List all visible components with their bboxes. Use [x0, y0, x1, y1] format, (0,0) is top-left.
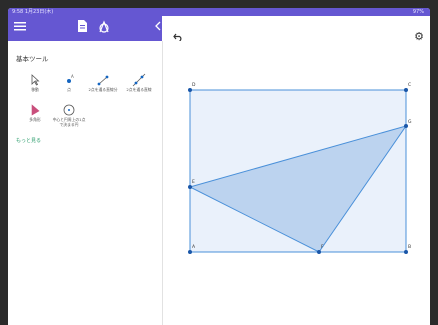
point-label-d: D — [192, 82, 196, 88]
more-tools-link[interactable]: もっと見る — [16, 137, 41, 144]
point-label-e: E — [192, 179, 195, 185]
point-icon: A — [67, 74, 74, 83]
sidebar-title: 基本ツール — [16, 55, 49, 63]
tool-sidebar: 基本ツール 移動 A 点 2点を通る直線分 2点を通る直線 多角形 中心と円周上… — [8, 41, 163, 325]
tool-polygon[interactable]: 多角形 — [18, 103, 52, 133]
point-label-c: C — [408, 82, 411, 88]
polygon-icon — [31, 104, 40, 116]
point-a[interactable] — [188, 250, 192, 254]
circle-icon — [63, 104, 75, 116]
tool-label: 2点を通る直線 — [126, 87, 152, 92]
tool-line[interactable]: 2点を通る直線 — [122, 73, 156, 103]
point-e[interactable] — [188, 185, 192, 189]
point-f[interactable] — [317, 250, 321, 254]
tool-label: 多角形 — [29, 117, 41, 122]
point-label-f: F — [321, 244, 324, 250]
point-c[interactable] — [404, 88, 408, 92]
point-d[interactable] — [188, 88, 192, 92]
status-bar: 9:58 1月23日(木) 97% — [8, 8, 430, 16]
line-icon — [132, 73, 146, 87]
menu-icon[interactable] — [12, 20, 28, 36]
battery-level: 97% — [412, 9, 424, 15]
tool-segment[interactable]: 2点を通る直線分 — [86, 73, 120, 103]
svg-text:A: A — [71, 74, 74, 79]
tool-label: 中心と円周上の1点で決まる円 — [52, 117, 86, 127]
tool-circle[interactable]: 中心と円周上の1点で決まる円 — [52, 103, 86, 133]
tool-label: 点 — [67, 87, 71, 92]
app-screen: 9:58 1月23日(木) 97% 基本ツール 移動 A 点 2点を通る直線分 — [8, 8, 430, 325]
segment-icon — [97, 75, 109, 86]
graphics-canvas[interactable]: ⚙ D C G E A F B — [163, 16, 430, 325]
document-icon[interactable] — [74, 20, 90, 36]
tool-point[interactable]: A 点 — [52, 73, 86, 103]
status-time: 9:58 1月23日(木) — [12, 9, 54, 15]
geometry-drawing: D C G E A F B — [188, 82, 412, 254]
tool-move[interactable]: 移動 — [18, 73, 52, 103]
geometry-tools-icon[interactable] — [96, 20, 112, 36]
point-b[interactable] — [404, 250, 408, 254]
point-label-b: B — [408, 244, 411, 250]
tool-label: 移動 — [31, 87, 39, 92]
point-label-g: G — [408, 119, 412, 125]
tool-label: 2点を通る直線分 — [88, 87, 118, 92]
app-toolbar — [8, 16, 162, 41]
move-arrow-icon — [31, 74, 40, 86]
